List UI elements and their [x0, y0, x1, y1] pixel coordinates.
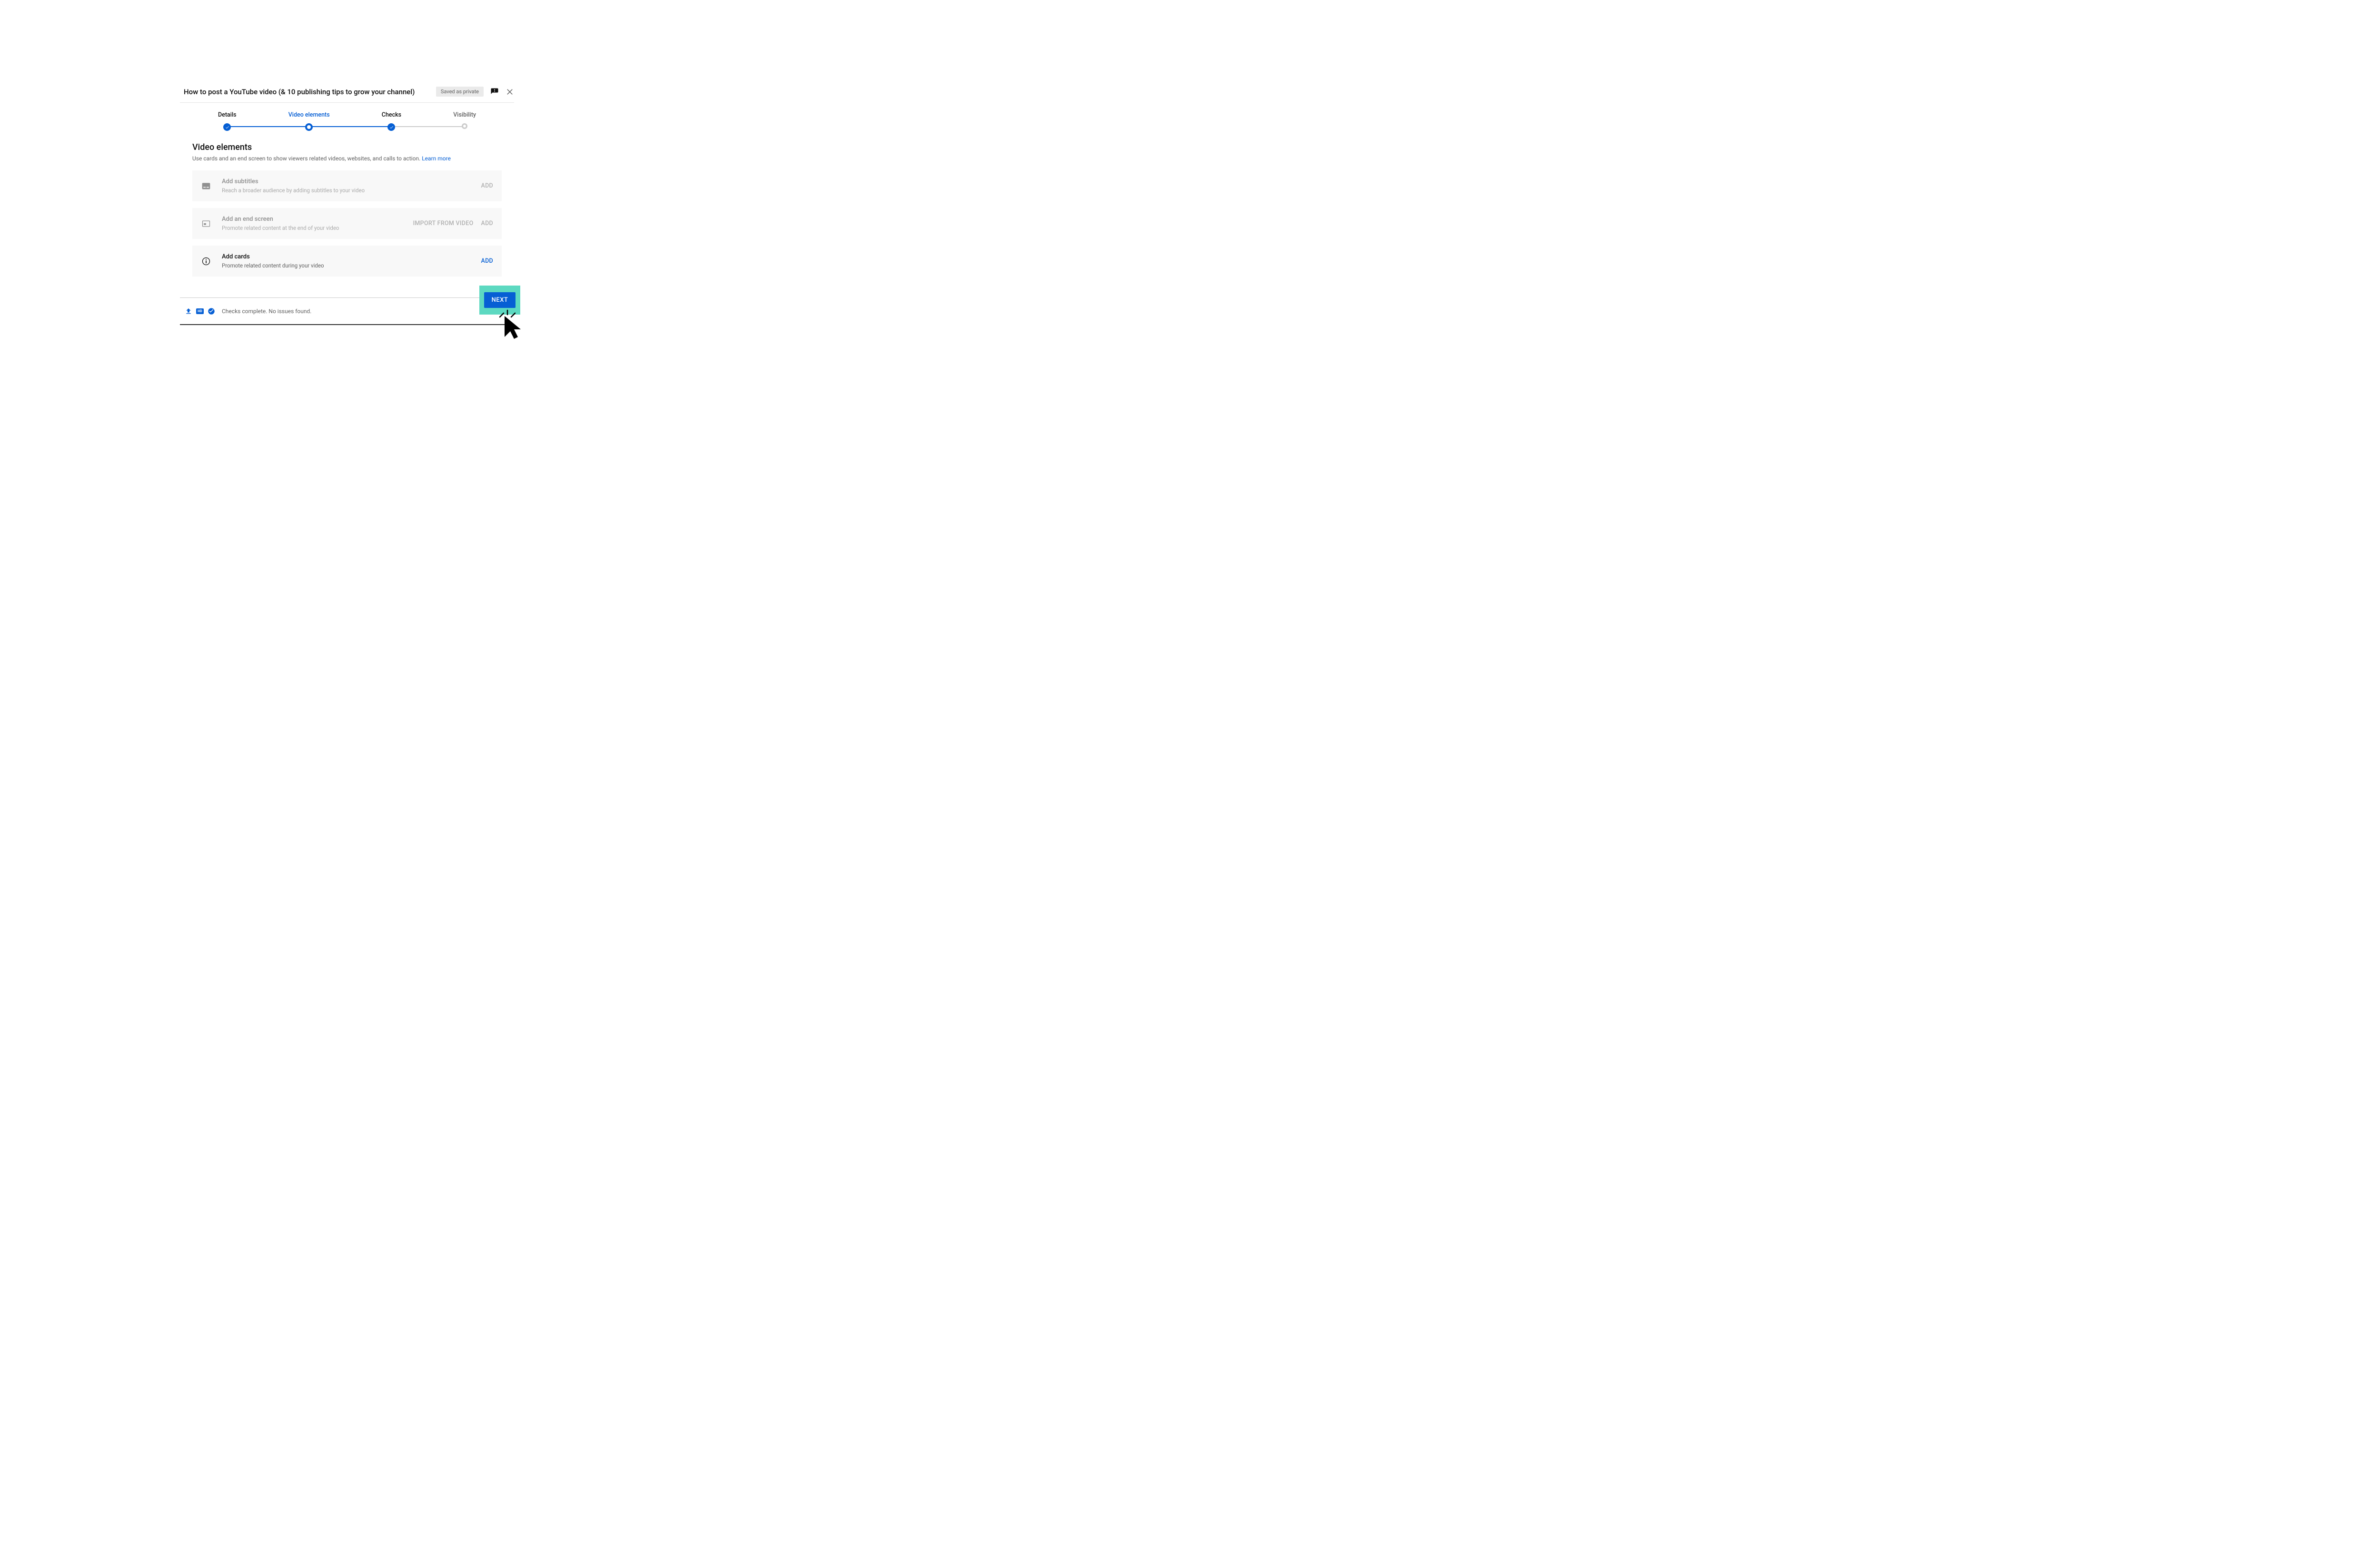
- add-endscreen-button: ADD: [481, 220, 493, 227]
- step-video-elements[interactable]: Video elements: [288, 111, 330, 131]
- step-label: Visibility: [453, 111, 476, 119]
- step-dot-done: [223, 123, 231, 131]
- card-subtitle: Promote related content during your vide…: [222, 262, 481, 269]
- feedback-icon[interactable]: [490, 88, 499, 96]
- card-title: Add cards: [222, 253, 481, 260]
- step-details[interactable]: Details: [218, 111, 237, 131]
- footer-status-icons: HD: [185, 307, 215, 315]
- endscreen-card: Add an end screen Promote related conten…: [192, 208, 502, 239]
- cards-card: Add cards Promote related content during…: [192, 246, 502, 277]
- step-dot-future: [462, 123, 467, 129]
- check-complete-icon: [208, 307, 215, 315]
- footer-status-text: Checks complete. No issues found.: [222, 308, 484, 315]
- dialog-footer: HD Checks complete. No issues found. BAC: [180, 297, 514, 325]
- section-title: Video elements: [192, 142, 502, 152]
- endscreen-icon: [201, 218, 211, 229]
- step-label: Video elements: [288, 111, 330, 119]
- learn-more-link[interactable]: Learn more: [422, 155, 451, 162]
- next-button[interactable]: NEXT: [484, 292, 516, 308]
- card-title: Add an end screen: [222, 216, 413, 223]
- step-visibility[interactable]: Visibility: [453, 111, 476, 131]
- step-label: Checks: [382, 111, 401, 119]
- card-body: Add subtitles Reach a broader audience b…: [222, 178, 481, 194]
- add-subtitles-button: ADD: [481, 182, 493, 189]
- upload-dialog: How to post a YouTube video (& 10 publis…: [180, 82, 514, 325]
- section-desc-text: Use cards and an end screen to show view…: [192, 155, 422, 162]
- dialog-header: How to post a YouTube video (& 10 publis…: [180, 82, 514, 103]
- cursor-click-annotation: [497, 308, 526, 344]
- import-from-video-button: IMPORT FROM VIDEO: [413, 220, 474, 227]
- section-description: Use cards and an end screen to show view…: [192, 155, 502, 162]
- card-title: Add subtitles: [222, 178, 481, 185]
- info-icon: [201, 256, 211, 267]
- close-icon[interactable]: [506, 88, 514, 96]
- step-label: Details: [218, 111, 237, 119]
- content-area: Video elements Use cards and an end scre…: [180, 131, 514, 297]
- step-dot-done: [387, 123, 395, 131]
- subtitles-icon: [201, 181, 211, 191]
- video-title: How to post a YouTube video (& 10 publis…: [180, 88, 436, 96]
- hd-badge-icon: HD: [196, 307, 204, 315]
- card-subtitle: Reach a broader audience by adding subti…: [222, 187, 481, 194]
- save-status-chip: Saved as private: [436, 87, 484, 97]
- upload-icon[interactable]: [185, 307, 192, 315]
- subtitles-card: Add subtitles Reach a broader audience b…: [192, 170, 502, 201]
- card-body: Add an end screen Promote related conten…: [222, 216, 413, 231]
- add-cards-button[interactable]: ADD: [481, 257, 493, 265]
- card-subtitle: Promote related content at the end of yo…: [222, 225, 413, 231]
- card-body: Add cards Promote related content during…: [222, 253, 481, 269]
- stepper: Details Video elements Checks Visibility: [180, 103, 514, 131]
- step-dot-active: [305, 123, 313, 131]
- step-checks[interactable]: Checks: [382, 111, 401, 131]
